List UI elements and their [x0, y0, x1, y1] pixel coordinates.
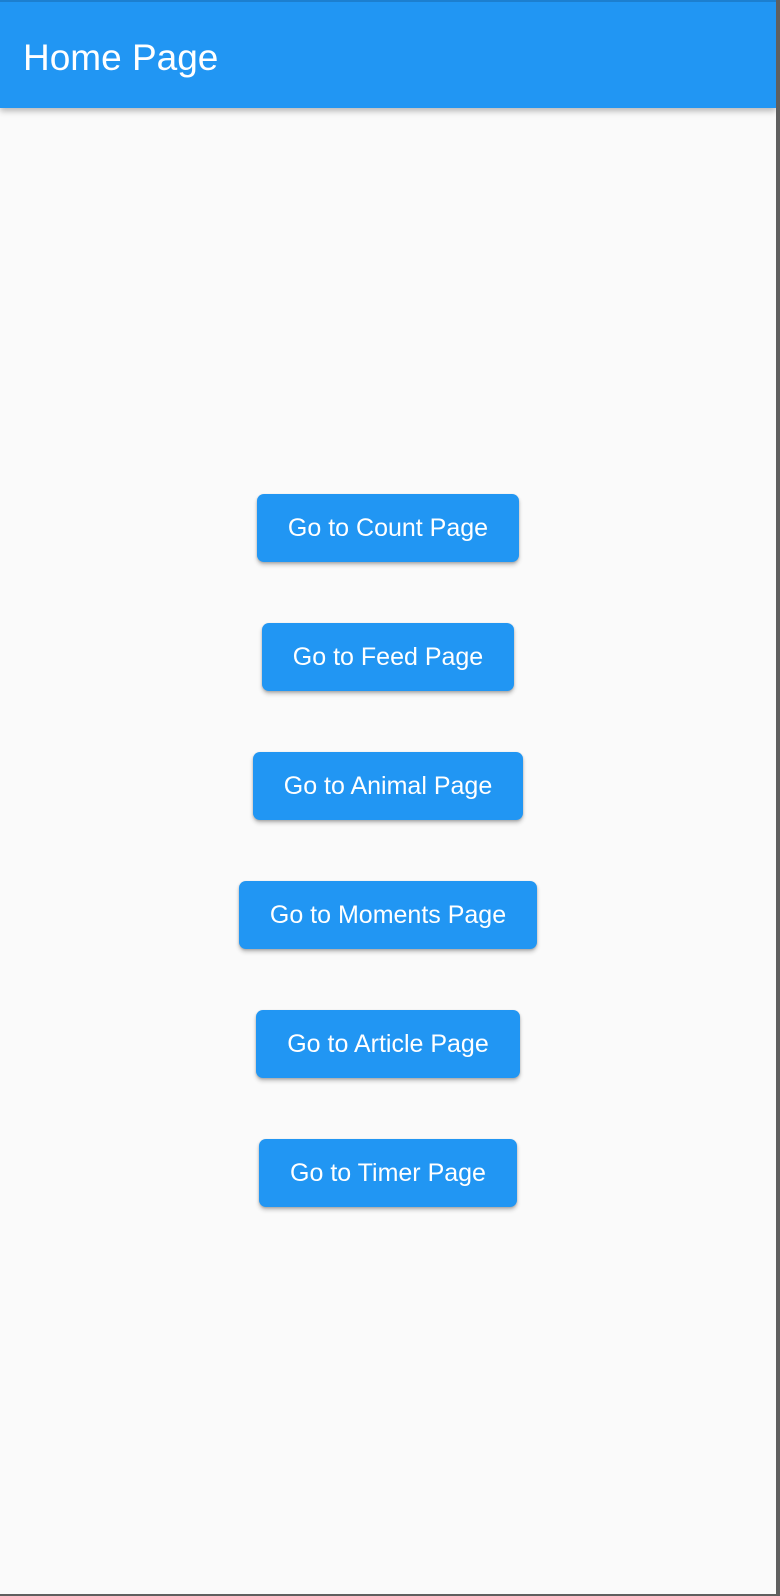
go-to-count-page-button[interactable]: Go to Count Page [256, 494, 520, 562]
app-bar: Home Page [0, 0, 776, 108]
page-title: Home Page [23, 37, 219, 78]
go-to-animal-page-button[interactable]: Go to Animal Page [252, 752, 524, 820]
go-to-moments-page-button[interactable]: Go to Moments Page [238, 881, 538, 949]
go-to-timer-page-button[interactable]: Go to Timer Page [259, 1139, 517, 1207]
app-screen: Home Page Go to Count Page Go to Feed Pa… [0, 0, 776, 1594]
go-to-article-page-button[interactable]: Go to Article Page [256, 1010, 520, 1078]
navigation-button-list: Go to Count Page Go to Feed Page Go to A… [0, 494, 776, 1207]
go-to-feed-page-button[interactable]: Go to Feed Page [261, 623, 515, 691]
